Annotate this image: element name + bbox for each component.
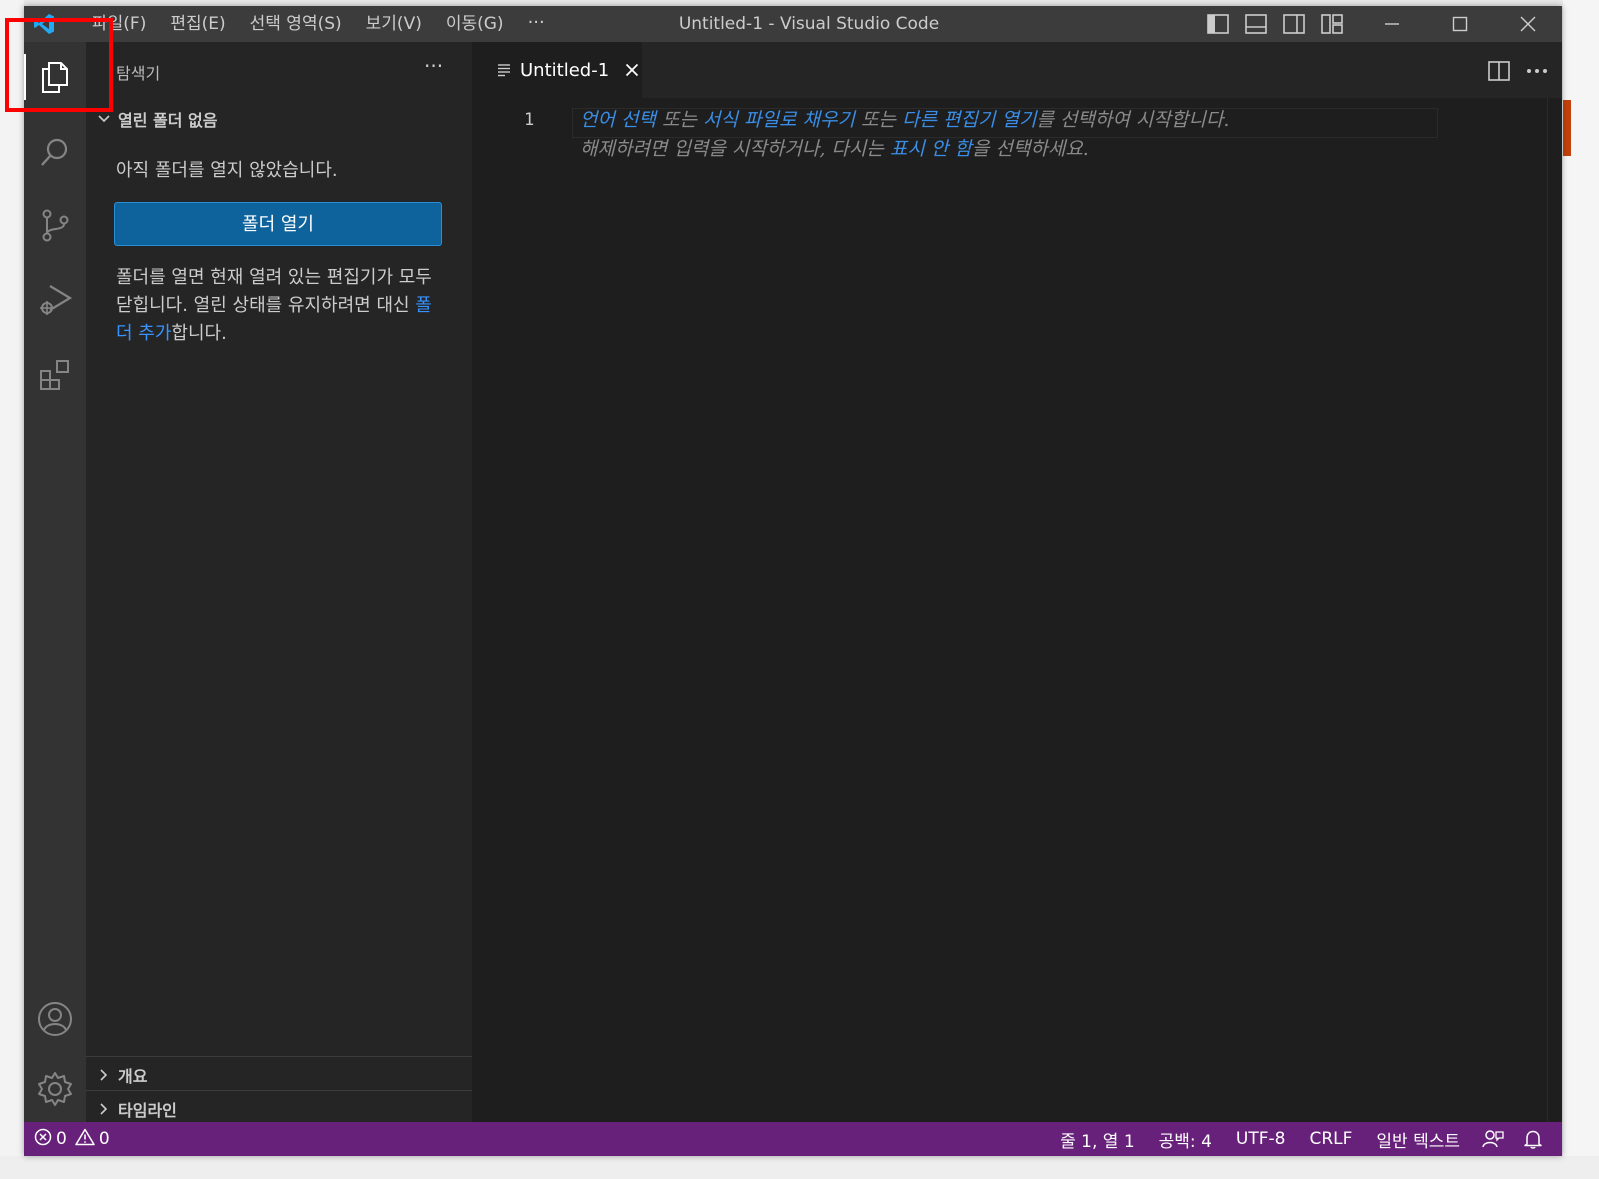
warning-icon xyxy=(75,1128,95,1151)
desktop-background-left xyxy=(0,0,24,1179)
section-timeline-header[interactable]: 타임라인 xyxy=(86,1094,472,1124)
section-outline-header[interactable]: 개요 xyxy=(86,1060,472,1090)
section-divider xyxy=(86,1056,472,1057)
section-no-folder-label: 열린 폴더 없음 xyxy=(118,111,218,130)
search-icon[interactable] xyxy=(24,122,86,184)
end-of-line[interactable]: CRLF xyxy=(1297,1129,1364,1149)
open-different-editor-link[interactable]: 다른 편집기 열기 xyxy=(902,109,1036,131)
warning-count: 0 xyxy=(98,1129,110,1149)
status-bar-right: 줄 1, 열 1 공백: 4 UTF-8 CRLF 일반 텍스트 xyxy=(1048,1122,1552,1156)
select-language-link[interactable]: 언어 선택 xyxy=(580,109,656,131)
line-number: 1 xyxy=(524,110,535,130)
section-divider xyxy=(86,1090,472,1091)
toggle-primary-sidebar-icon[interactable] xyxy=(1204,12,1232,36)
status-bar: 0 0 줄 1, 열 1 공백: 4 UTF-8 CRLF 일반 텍스트 xyxy=(24,1122,1562,1156)
explorer-sidebar: 탐색기 ··· 열린 폴더 없음 아직 폴더를 열지 않았습니다. 폴더 열기 … xyxy=(86,42,472,1122)
menu-more-button[interactable]: ··· xyxy=(516,6,557,42)
error-icon xyxy=(34,1128,52,1151)
editor-actions xyxy=(1486,58,1562,84)
hint-text: 또는 xyxy=(655,109,704,131)
open-folder-button[interactable]: 폴더 열기 xyxy=(114,202,442,246)
tab-close-icon[interactable] xyxy=(623,61,641,79)
error-count: 0 xyxy=(56,1129,67,1149)
note-suffix: 합니다. xyxy=(171,323,227,344)
background-window-accent xyxy=(1563,100,1571,156)
desktop-background-bottom xyxy=(0,1156,1599,1179)
menu-view[interactable]: 보기(V) xyxy=(354,6,434,42)
run-and-debug-icon[interactable] xyxy=(24,268,86,330)
editor-hint: 언어 선택 또는 서식 파일로 채우기 또는 다른 편집기 열기를 선택하여 시… xyxy=(580,106,1229,164)
tab-label: Untitled-1 xyxy=(520,59,610,81)
hint-text: 을 선택하세요. xyxy=(971,138,1089,160)
sidebar-header: 탐색기 ··· xyxy=(86,42,472,100)
editor-scrollbar[interactable] xyxy=(1547,98,1562,1122)
layout-controls xyxy=(1204,12,1346,36)
accounts-icon[interactable] xyxy=(24,988,86,1050)
dont-show-again-link[interactable]: 표시 안 함 xyxy=(890,138,972,160)
section-outline-label: 개요 xyxy=(118,1067,148,1086)
activity-bar xyxy=(24,42,86,1122)
manage-gear-icon[interactable] xyxy=(24,1058,86,1120)
minimize-icon[interactable] xyxy=(1358,6,1426,42)
maximize-icon[interactable] xyxy=(1426,6,1494,42)
cursor-position[interactable]: 줄 1, 열 1 xyxy=(1048,1127,1147,1152)
editor-area: Untitled-1 1 언어 선택 또는 서식 파일로 채우기 또는 다른 편… xyxy=(472,42,1562,1122)
menu-edit[interactable]: 편집(E) xyxy=(158,6,237,42)
vscode-window: 파일(F) 편집(E) 선택 영역(S) 보기(V) 이동(G) ··· Unt… xyxy=(24,6,1562,1156)
window-title: Untitled-1 - Visual Studio Code xyxy=(678,14,940,34)
extensions-icon[interactable] xyxy=(24,344,86,406)
toggle-secondary-sidebar-icon[interactable] xyxy=(1280,12,1308,36)
hint-text: 또는 xyxy=(854,109,902,131)
menu-selection[interactable]: 선택 영역(S) xyxy=(238,6,354,42)
open-folder-note: 폴더를 열면 현재 열려 있는 편집기가 모두 닫힙니다. 열린 상태를 유지하… xyxy=(116,264,446,348)
toggle-panel-icon[interactable] xyxy=(1242,12,1270,36)
fill-with-template-link[interactable]: 서식 파일로 채우기 xyxy=(703,109,855,131)
desktop-background-right xyxy=(1563,0,1599,1179)
explorer-highlight-annotation xyxy=(5,18,113,112)
split-editor-icon[interactable] xyxy=(1486,58,1512,84)
section-no-folder-header[interactable]: 열린 폴더 없음 xyxy=(86,104,472,134)
language-mode[interactable]: 일반 텍스트 xyxy=(1364,1127,1472,1152)
sidebar-title: 탐색기 xyxy=(116,64,161,83)
notifications-bell-icon[interactable] xyxy=(1514,1129,1552,1149)
customize-layout-icon[interactable] xyxy=(1318,12,1346,36)
chevron-right-icon xyxy=(92,1097,116,1121)
source-control-icon[interactable] xyxy=(24,194,86,256)
indentation-spaces[interactable]: 공백: 4 xyxy=(1147,1127,1224,1152)
file-encoding[interactable]: UTF-8 xyxy=(1224,1129,1298,1149)
text-file-icon xyxy=(496,62,512,78)
sidebar-more-actions-button[interactable]: ··· xyxy=(424,54,443,78)
tab-untitled-1[interactable]: Untitled-1 xyxy=(472,42,642,98)
title-bar: 파일(F) 편집(E) 선택 영역(S) 보기(V) 이동(G) ··· Unt… xyxy=(24,6,1562,42)
chevron-right-icon xyxy=(92,1063,116,1087)
close-window-icon[interactable] xyxy=(1494,6,1562,42)
hint-line-1: 언어 선택 또는 서식 파일로 채우기 또는 다른 편집기 열기를 선택하여 시… xyxy=(580,106,1229,135)
section-timeline-label: 타임라인 xyxy=(118,1101,177,1120)
hint-line-2: 해제하려면 입력을 시작하거나, 다시는 표시 안 함을 선택하세요. xyxy=(580,135,1229,164)
problems-status[interactable]: 0 0 xyxy=(34,1122,110,1156)
feedback-icon[interactable] xyxy=(1472,1129,1514,1149)
hint-text: 해제하려면 입력을 시작하거나, 다시는 xyxy=(580,138,890,160)
menu-bar: 파일(F) 편집(E) 선택 영역(S) 보기(V) 이동(G) ··· xyxy=(80,6,557,42)
menu-go[interactable]: 이동(G) xyxy=(434,6,516,42)
hint-text: 를 선택하여 시작합니다. xyxy=(1036,109,1230,131)
editor-tab-bar: Untitled-1 xyxy=(472,42,1562,98)
note-prefix: 폴더를 열면 현재 열려 있는 편집기가 모두 닫힙니다. 열린 상태를 유지하… xyxy=(116,267,432,316)
editor-more-actions-icon[interactable] xyxy=(1524,58,1550,84)
no-folder-message: 아직 폴더를 열지 않았습니다. xyxy=(116,160,338,181)
window-controls xyxy=(1358,6,1562,42)
